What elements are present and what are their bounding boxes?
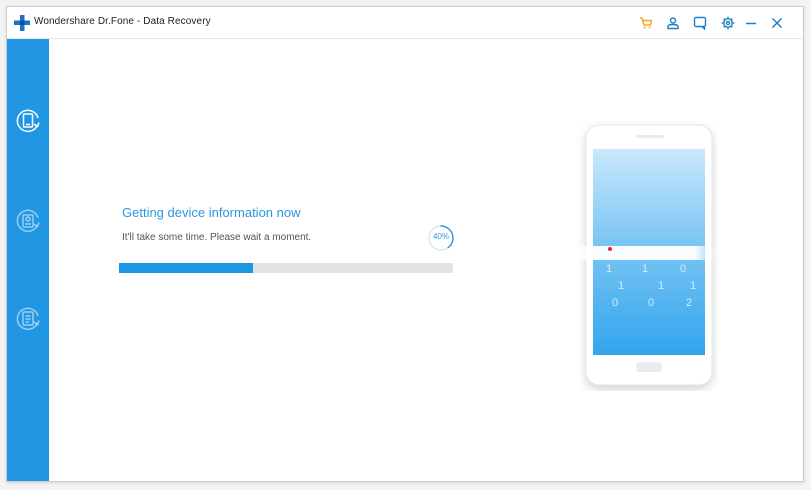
sidebar-item-recover-from-icloud-backup[interactable] <box>14 305 42 333</box>
user-icon[interactable] <box>664 14 682 32</box>
drfone-logo-icon <box>14 15 30 31</box>
phone-illustration: 1 1 01 1 10 0 2 <box>566 124 718 386</box>
status-message: It'll take some time. Please wait a mome… <box>122 232 312 243</box>
sidebar <box>7 39 49 481</box>
device-recovery-icon <box>16 109 40 133</box>
cart-icon[interactable] <box>637 14 655 32</box>
phone-screen-digit: 1 <box>606 263 612 275</box>
app-window: Wondershare Dr.Fone - Data Recovery Gett… <box>6 6 804 482</box>
close-icon[interactable] <box>768 14 786 32</box>
phone-screen-digit: 1 <box>658 280 664 292</box>
progress-bar-fill <box>119 263 253 273</box>
phone-screen-digit: 0 <box>612 297 618 309</box>
icloud-backup-icon <box>16 307 40 331</box>
phone-screen-digit: 2 <box>686 297 692 309</box>
phone-screen-digit: 0 <box>648 297 654 309</box>
app-title: Wondershare Dr.Fone - Data Recovery <box>34 16 211 27</box>
phone-screen-digit: 1 <box>618 280 624 292</box>
title-bar: Wondershare Dr.Fone - Data Recovery <box>7 7 803 39</box>
progress-bar <box>119 263 453 273</box>
status-heading: Getting device information now <box>122 205 301 220</box>
settings-icon[interactable] <box>719 14 737 32</box>
itunes-backup-icon <box>16 209 40 233</box>
main-content: Getting device information now It'll tak… <box>49 39 803 481</box>
progress-percent: 40% <box>432 232 449 241</box>
phone-screen-digit: 0 <box>680 263 686 275</box>
phone-screen-digit: 1 <box>642 263 648 275</box>
sidebar-item-recover-from-itunes-backup[interactable] <box>14 207 42 235</box>
phone-screen-digit: 1 <box>690 280 696 292</box>
feedback-icon[interactable] <box>691 14 709 32</box>
sidebar-item-recover-from-device[interactable] <box>14 107 42 135</box>
minimize-icon[interactable] <box>742 14 760 32</box>
